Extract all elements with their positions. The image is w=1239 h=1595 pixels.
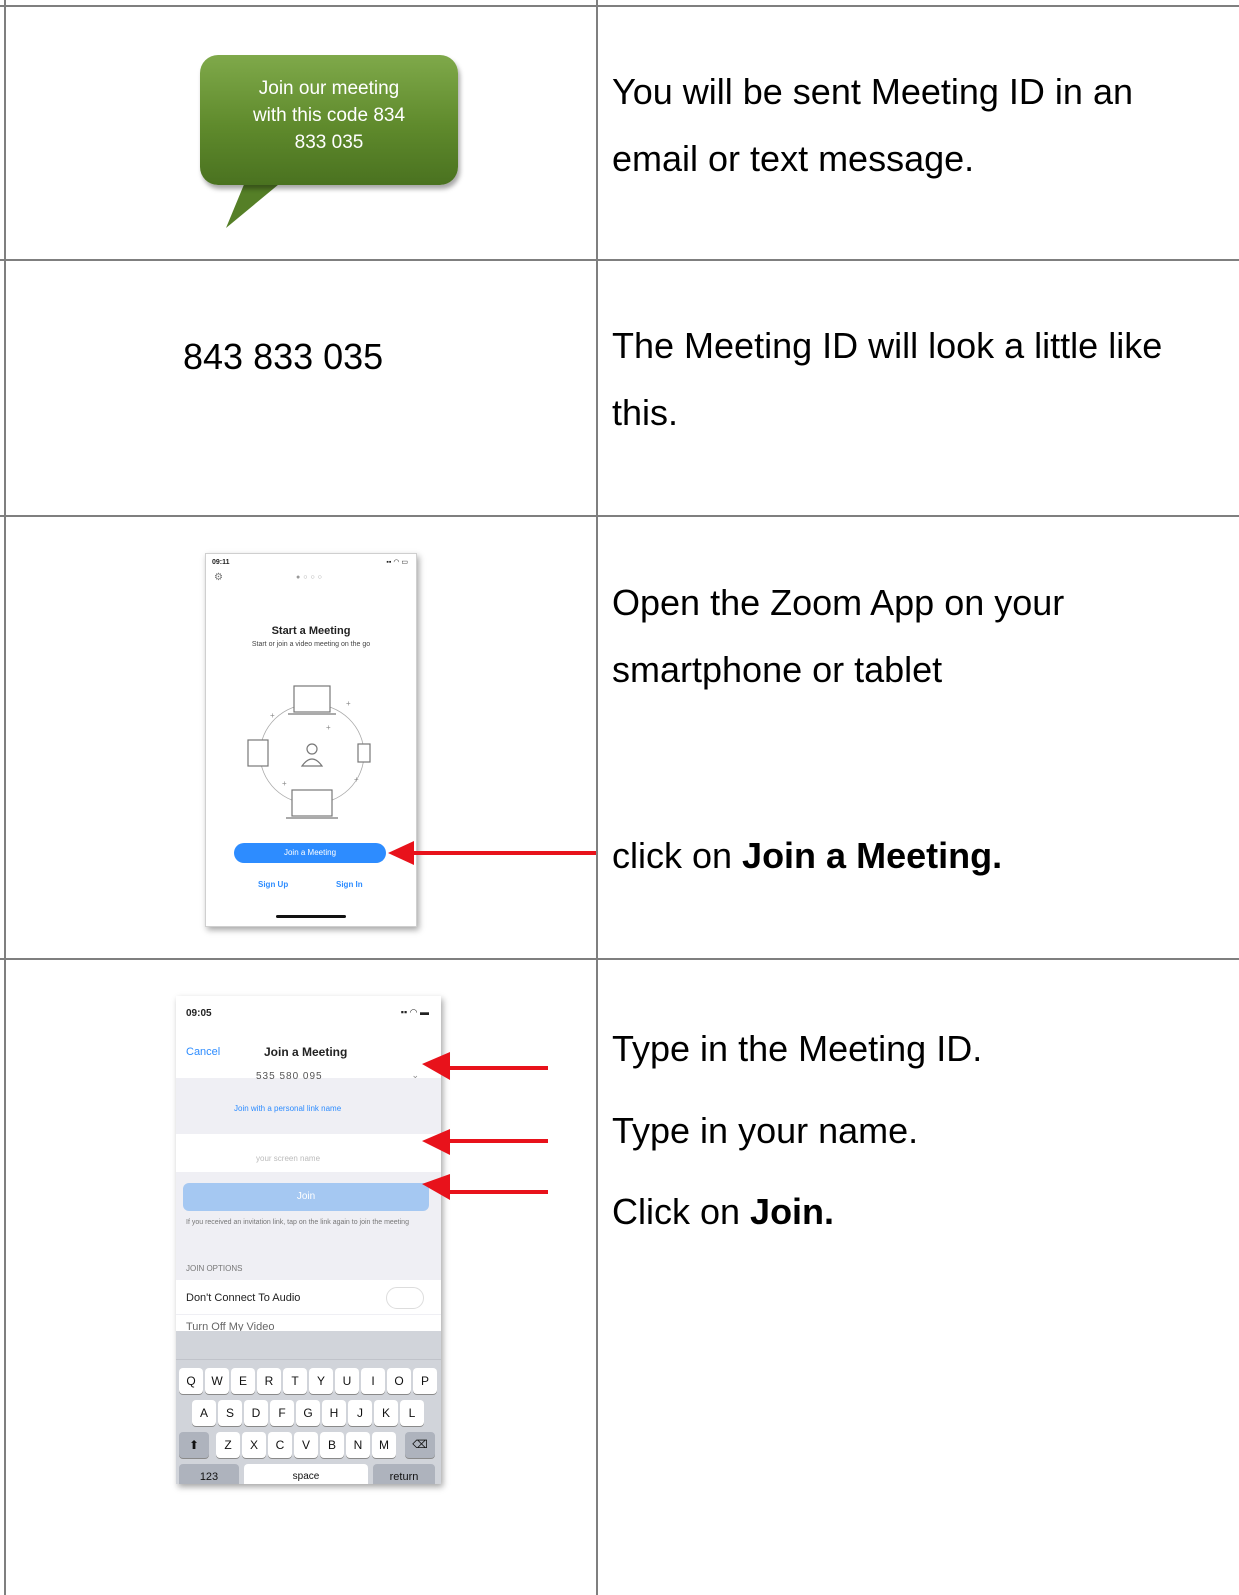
option-audio-label: Don't Connect To Audio bbox=[186, 1292, 301, 1304]
table-row-divider bbox=[0, 958, 1239, 960]
key-s[interactable]: S bbox=[218, 1400, 242, 1426]
key-t[interactable]: T bbox=[283, 1368, 307, 1394]
sign-in-link[interactable]: Sign In bbox=[336, 880, 363, 889]
chevron-down-icon[interactable]: ⌄ bbox=[411, 1070, 419, 1081]
status-icons: ▪▪ ◠ ▬ bbox=[400, 1007, 429, 1017]
audio-toggle[interactable] bbox=[386, 1287, 424, 1309]
numbers-key[interactable]: 123 bbox=[179, 1464, 239, 1484]
status-time: 09:11 bbox=[212, 559, 230, 566]
table-row-divider bbox=[0, 259, 1239, 261]
red-arrow bbox=[422, 1174, 548, 1200]
gear-icon: ⚙ bbox=[214, 572, 223, 583]
instruction-text: You will be sent Meeting ID in an email … bbox=[612, 58, 1133, 192]
key-u[interactable]: U bbox=[335, 1368, 359, 1394]
key-a[interactable]: A bbox=[192, 1400, 216, 1426]
click-instruction: click on Join a Meeting. bbox=[612, 822, 1002, 889]
join-a-meeting-button[interactable]: Join a Meeting bbox=[234, 843, 386, 863]
click-target-text: Join a Meeting. bbox=[742, 835, 1003, 876]
zoom-start-screenshot: 09:11 ▪▪ ◠ ▭ ⚙ ●○○○ Start a Meeting Star… bbox=[205, 553, 417, 927]
key-b[interactable]: B bbox=[320, 1432, 344, 1458]
cancel-button[interactable]: Cancel bbox=[186, 1046, 220, 1058]
key-n[interactable]: N bbox=[346, 1432, 370, 1458]
table-border-left bbox=[4, 0, 6, 1595]
start-meeting-subtitle: Start or join a video meeting on the go bbox=[251, 641, 371, 648]
name-field-bg bbox=[176, 1134, 441, 1172]
key-j[interactable]: J bbox=[348, 1400, 372, 1426]
key-l[interactable]: L bbox=[400, 1400, 424, 1426]
instruction-line: The Meeting ID will look a little like bbox=[612, 325, 1163, 366]
red-arrow bbox=[422, 1052, 548, 1080]
instruction-line: Open the Zoom App on your bbox=[612, 582, 1065, 623]
instruction-line: Type in the Meeting ID. bbox=[612, 1028, 983, 1069]
click-prefix: click on bbox=[612, 835, 743, 876]
instruction-line: You will be sent Meeting ID in an bbox=[612, 71, 1133, 112]
option-video-label: Turn Off My Video bbox=[186, 1321, 275, 1331]
status-icons: ▪▪ ◠ ▭ bbox=[386, 559, 408, 566]
red-arrow bbox=[388, 841, 596, 865]
speech-bubble-text: Join our meeting with this code 834 833 … bbox=[200, 75, 458, 156]
key-z[interactable]: Z bbox=[216, 1432, 240, 1458]
name-input[interactable]: your screen name bbox=[256, 1154, 320, 1163]
key-f[interactable]: F bbox=[270, 1400, 294, 1426]
shift-key[interactable]: ⬆ bbox=[179, 1432, 209, 1458]
meeting-illustration: + + + + + bbox=[247, 685, 371, 819]
instruction-line: smartphone or tablet bbox=[612, 649, 943, 690]
backspace-key[interactable]: ⌫ bbox=[405, 1432, 435, 1458]
join-options-header: JOIN OPTIONS bbox=[186, 1264, 243, 1273]
instruction-text: The Meeting ID will look a little like t… bbox=[612, 312, 1162, 446]
svg-text:+: + bbox=[346, 699, 351, 708]
instruction-line: email or text message. bbox=[612, 138, 975, 179]
return-key[interactable]: return bbox=[373, 1464, 435, 1484]
click-prefix: Click on bbox=[612, 1191, 751, 1232]
suggestion-bar bbox=[176, 1335, 441, 1360]
home-indicator bbox=[276, 915, 346, 918]
key-k[interactable]: K bbox=[374, 1400, 398, 1426]
status-time: 09:05 bbox=[186, 1008, 212, 1019]
table-column-divider bbox=[596, 0, 598, 1595]
svg-text:+: + bbox=[326, 723, 331, 732]
bubble-line: Join our meeting bbox=[258, 78, 400, 99]
key-p[interactable]: P bbox=[413, 1368, 437, 1394]
svg-text:+: + bbox=[270, 711, 275, 720]
start-meeting-title: Start a Meeting bbox=[271, 625, 351, 637]
click-instruction: Click on Join. bbox=[612, 1178, 834, 1245]
key-y[interactable]: Y bbox=[309, 1368, 333, 1394]
svg-text:+: + bbox=[354, 775, 359, 784]
keyboard: QWERTYUIOP ASDFGHJKL ZXCVBNM ⬆ ⌫ 123 spa… bbox=[176, 1331, 441, 1484]
key-e[interactable]: E bbox=[231, 1368, 255, 1394]
key-q[interactable]: Q bbox=[179, 1368, 203, 1394]
join-button[interactable]: Join bbox=[183, 1183, 429, 1211]
key-v[interactable]: V bbox=[294, 1432, 318, 1458]
click-target-text: Join. bbox=[750, 1191, 835, 1232]
red-arrow bbox=[422, 1129, 548, 1155]
invite-note: If you received an invitation link, tap … bbox=[186, 1219, 409, 1226]
key-w[interactable]: W bbox=[205, 1368, 229, 1394]
meeting-id-input[interactable]: 535 580 095 bbox=[256, 1071, 323, 1082]
page-dots: ●○○○ bbox=[296, 574, 325, 581]
bubble-line: with this code 834 bbox=[252, 105, 406, 126]
key-h[interactable]: H bbox=[322, 1400, 346, 1426]
instruction-text: Open the Zoom App on your smartphone or … bbox=[612, 569, 1064, 703]
table-border-top bbox=[0, 5, 1239, 7]
key-c[interactable]: C bbox=[268, 1432, 292, 1458]
key-o[interactable]: O bbox=[387, 1368, 411, 1394]
key-x[interactable]: X bbox=[242, 1432, 266, 1458]
meeting-id-example: 843 833 035 bbox=[183, 336, 384, 377]
instruction-line: this. bbox=[612, 392, 679, 433]
join-meeting-title: Join a Meeting bbox=[264, 1045, 348, 1059]
key-m[interactable]: M bbox=[372, 1432, 396, 1458]
svg-text:+: + bbox=[282, 779, 287, 788]
sign-up-link[interactable]: Sign Up bbox=[258, 880, 288, 889]
space-key[interactable]: space bbox=[244, 1464, 368, 1484]
option-row: Turn Off My Video bbox=[176, 1315, 441, 1331]
key-i[interactable]: I bbox=[361, 1368, 385, 1394]
bubble-line: 833 035 bbox=[294, 132, 364, 153]
key-d[interactable]: D bbox=[244, 1400, 268, 1426]
key-g[interactable]: G bbox=[296, 1400, 320, 1426]
zoom-join-screenshot: 09:05 ▪▪ ◠ ▬ Cancel Join a Meeting 535 5… bbox=[176, 996, 441, 1484]
personal-link-button[interactable]: Join with a personal link name bbox=[234, 1104, 341, 1113]
key-r[interactable]: R bbox=[257, 1368, 281, 1394]
table-row-divider bbox=[0, 515, 1239, 517]
instruction-line: Type in your name. bbox=[612, 1110, 919, 1151]
